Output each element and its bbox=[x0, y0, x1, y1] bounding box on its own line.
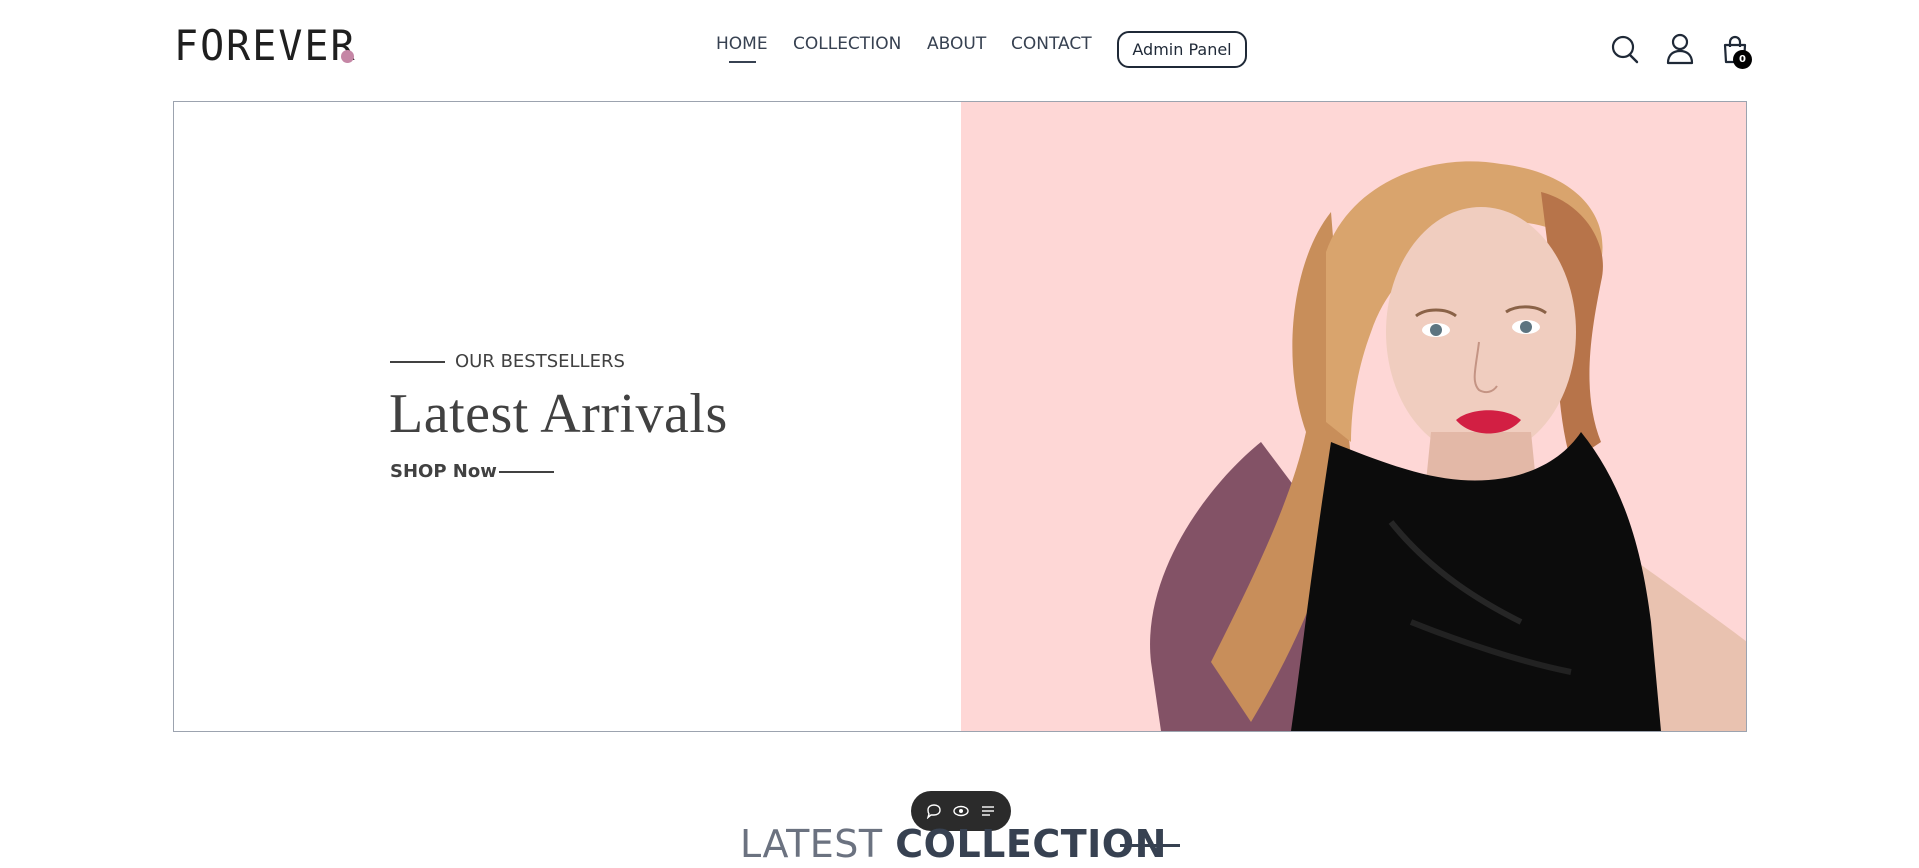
section-title-light: LATEST bbox=[740, 822, 883, 866]
hero-eyebrow: OUR BESTSELLERS bbox=[455, 351, 625, 372]
comment-icon[interactable] bbox=[926, 803, 942, 819]
hero-banner: OUR BESTSELLERS Latest Arrivals SHOP Now bbox=[173, 101, 1747, 732]
shop-now-link[interactable]: SHOP Now bbox=[390, 461, 497, 482]
profile-icon[interactable] bbox=[1666, 33, 1694, 69]
list-icon[interactable] bbox=[980, 803, 996, 819]
search-icon[interactable] bbox=[1611, 34, 1639, 68]
nav-home[interactable]: HOME bbox=[716, 34, 768, 63]
nav-home-label: HOME bbox=[716, 34, 768, 54]
hero-image bbox=[961, 102, 1746, 731]
model-portrait-illustration bbox=[1150, 161, 1746, 731]
hero-title: Latest Arrivals bbox=[389, 383, 728, 445]
latest-collection-title: LATEST COLLECTION bbox=[740, 822, 1167, 866]
nav-about[interactable]: ABOUT bbox=[927, 34, 986, 54]
admin-panel-button[interactable]: Admin Panel bbox=[1117, 31, 1247, 68]
eyebrow-line bbox=[390, 361, 445, 363]
nav-active-underline bbox=[729, 61, 756, 63]
hero-text-panel: OUR BESTSELLERS Latest Arrivals SHOP Now bbox=[174, 102, 960, 731]
eye-icon[interactable] bbox=[953, 803, 969, 819]
shop-now-line bbox=[499, 471, 554, 473]
nav-contact[interactable]: CONTACT bbox=[1011, 34, 1092, 54]
cart-count-badge: 0 bbox=[1733, 50, 1752, 69]
logo[interactable]: FOREVER bbox=[174, 22, 357, 70]
nav-collection[interactable]: COLLECTION bbox=[793, 34, 901, 54]
section-title-line bbox=[1120, 844, 1180, 847]
logo-dot bbox=[341, 50, 354, 63]
